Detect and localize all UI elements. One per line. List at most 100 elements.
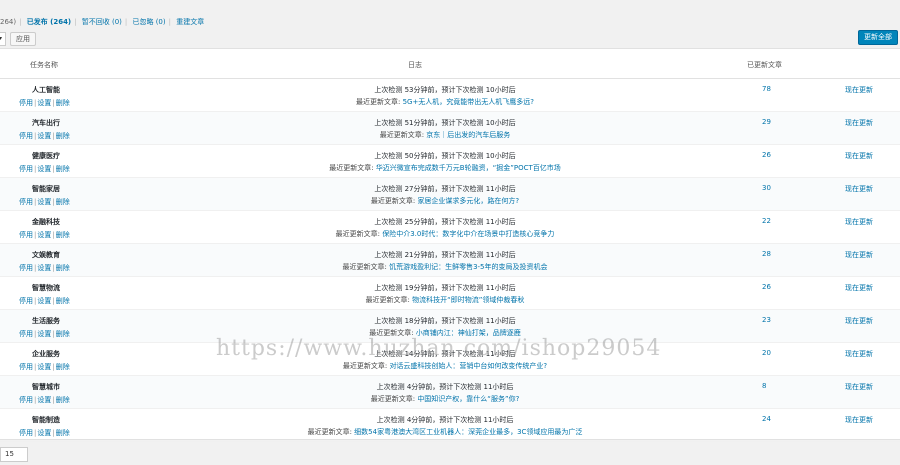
delete-link[interactable]: 删除 <box>56 198 70 206</box>
column-task-name[interactable]: 任务名称 <box>30 60 58 70</box>
delete-link[interactable]: 删除 <box>56 264 70 272</box>
updated-count[interactable]: 29 <box>762 118 771 126</box>
update-now-link[interactable]: 现在更新 <box>845 316 873 326</box>
latest-post-link[interactable]: 5G+无人机，究竟能带出无人机飞鹰多远? <box>403 98 534 106</box>
task-title[interactable]: 人工智能 <box>32 85 60 95</box>
rebuild-posts-link[interactable]: 重建文章 <box>176 18 204 26</box>
latest-post-link[interactable]: 华迈兴微宣布完成数千万元B轮融资，“掘金”POCT百亿市场 <box>376 164 561 172</box>
stop-link[interactable]: 停用 <box>19 132 33 140</box>
delete-link[interactable]: 删除 <box>56 297 70 305</box>
latest-post-link[interactable]: 中国知识产权，靠什么“服务”你? <box>417 395 519 403</box>
delete-link[interactable]: 删除 <box>56 396 70 404</box>
latest-post: 最近更新文章: 细数54家粤港澳大湾区工业机器人：深莞企业最多，3C领域应用最为… <box>230 427 660 437</box>
updated-count[interactable]: 23 <box>762 316 771 324</box>
updated-count[interactable]: 26 <box>762 151 771 159</box>
settings-link[interactable]: 设置 <box>37 363 51 371</box>
updated-count[interactable]: 78 <box>762 85 771 93</box>
update-all-button[interactable]: 更新全部 <box>858 30 898 45</box>
settings-link[interactable]: 设置 <box>37 330 51 338</box>
delete-link[interactable]: 删除 <box>56 231 70 239</box>
task-title[interactable]: 健康医疗 <box>32 151 60 161</box>
update-now-link[interactable]: 现在更新 <box>845 415 873 425</box>
delete-link[interactable]: 删除 <box>56 132 70 140</box>
view-published[interactable]: 已发布 (264) <box>27 18 71 26</box>
delete-link[interactable]: 删除 <box>56 330 70 338</box>
latest-post-link[interactable]: 家居企业谋求多元化，路在何方? <box>417 197 519 205</box>
latest-post-link[interactable]: 小商铺内江：神仙打架，品牌逐鹿 <box>416 329 521 337</box>
task-title[interactable]: 文娱教育 <box>32 250 60 260</box>
stop-link[interactable]: 停用 <box>19 99 33 107</box>
delete-link[interactable]: 删除 <box>56 363 70 371</box>
update-now-link[interactable]: 现在更新 <box>845 118 873 128</box>
update-now-link[interactable]: 现在更新 <box>845 349 873 359</box>
stop-link[interactable]: 停用 <box>19 330 33 338</box>
updated-count[interactable]: 8 <box>762 382 766 390</box>
check-status: 上次检测 50分钟前，预计下次检测 10小时后 <box>374 152 516 160</box>
separator: | <box>52 297 55 305</box>
latest-post-label: 最近更新文章: <box>355 98 401 106</box>
row-actions: 停用|设置|删除 <box>19 164 70 174</box>
settings-link[interactable]: 设置 <box>37 132 51 140</box>
stop-link[interactable]: 停用 <box>19 396 33 404</box>
settings-link[interactable]: 设置 <box>37 198 51 206</box>
update-now-link[interactable]: 现在更新 <box>845 85 873 95</box>
updated-count[interactable]: 22 <box>762 217 771 225</box>
latest-post-link[interactable]: 京东｜后出发的汽车后服务 <box>426 131 510 139</box>
row-actions: 停用|设置|删除 <box>19 329 70 339</box>
settings-link[interactable]: 设置 <box>37 297 51 305</box>
updated-count[interactable]: 24 <box>762 415 771 423</box>
stop-link[interactable]: 停用 <box>19 231 33 239</box>
table-row: 健康医疗 停用|设置|删除 上次检测 50分钟前，预计下次检测 10小时后 最近更新文… <box>0 145 900 178</box>
updated-count[interactable]: 26 <box>762 283 771 291</box>
delete-link[interactable]: 删除 <box>56 99 70 107</box>
settings-link[interactable]: 设置 <box>37 396 51 404</box>
updated-count[interactable]: 20 <box>762 349 771 357</box>
task-title[interactable]: 智慧城市 <box>32 382 60 392</box>
stop-link[interactable]: 停用 <box>19 429 33 437</box>
latest-post-link[interactable]: 对话云盛科技创始人：营销中台如何改变传统产业? <box>389 362 547 370</box>
view-all-count[interactable]: 264) <box>0 18 16 26</box>
view-trash[interactable]: 暂不回收 (0) <box>82 18 122 26</box>
per-page-input[interactable]: 15 <box>0 447 28 462</box>
latest-post-link[interactable]: 物流科技开“即时物流”领域仲裁春秋 <box>412 296 524 304</box>
latest-post-link[interactable]: 饥荒游戏盈利记：生鲜零售3-5年的变局及投资机会 <box>389 263 547 271</box>
separator: | <box>34 198 37 206</box>
settings-link[interactable]: 设置 <box>37 231 51 239</box>
update-now-link[interactable]: 现在更新 <box>845 382 873 392</box>
task-title[interactable]: 汽车出行 <box>32 118 60 128</box>
task-title[interactable]: 金融科技 <box>32 217 60 227</box>
delete-link[interactable]: 删除 <box>56 165 70 173</box>
stop-link[interactable]: 停用 <box>19 363 33 371</box>
update-now-link[interactable]: 现在更新 <box>845 283 873 293</box>
update-now-link[interactable]: 现在更新 <box>845 151 873 161</box>
apply-button[interactable]: 应用 <box>10 32 36 46</box>
view-ignored[interactable]: 已忽略 (0) <box>132 18 165 26</box>
updated-count[interactable]: 28 <box>762 250 771 258</box>
settings-link[interactable]: 设置 <box>37 165 51 173</box>
latest-post-link[interactable]: 保险中介3.0时代：数字化中介在场景中打造核心竞争力 <box>382 230 554 238</box>
column-updated-count[interactable]: 已更新文章 <box>747 60 782 70</box>
check-status: 上次检测 51分钟前，预计下次检测 10小时后 <box>374 119 516 127</box>
bulk-action-select[interactable] <box>0 32 6 46</box>
settings-link[interactable]: 设置 <box>37 264 51 272</box>
update-now-link[interactable]: 现在更新 <box>845 250 873 260</box>
stop-link[interactable]: 停用 <box>19 165 33 173</box>
stop-link[interactable]: 停用 <box>19 264 33 272</box>
update-now-link[interactable]: 现在更新 <box>845 217 873 227</box>
stop-link[interactable]: 停用 <box>19 297 33 305</box>
settings-link[interactable]: 设置 <box>37 429 51 437</box>
task-title[interactable]: 生活服务 <box>32 316 60 326</box>
update-now-link[interactable]: 现在更新 <box>845 184 873 194</box>
stop-link[interactable]: 停用 <box>19 198 33 206</box>
separator: | <box>34 132 37 140</box>
task-title[interactable]: 智能家居 <box>32 184 60 194</box>
updated-count[interactable]: 30 <box>762 184 771 192</box>
latest-post: 最近更新文章: 中国知识产权，靠什么“服务”你? <box>230 394 660 404</box>
delete-link[interactable]: 删除 <box>56 429 70 437</box>
task-title[interactable]: 智慧物流 <box>32 283 60 293</box>
settings-link[interactable]: 设置 <box>37 99 51 107</box>
check-status: 上次检测 4分钟前，预计下次检测 11小时后 <box>376 383 514 391</box>
task-title[interactable]: 智能制造 <box>32 415 60 425</box>
latest-post-link[interactable]: 细数54家粤港澳大湾区工业机器人：深莞企业最多，3C领域应用最为广泛 <box>354 428 582 436</box>
task-title[interactable]: 企业服务 <box>32 349 60 359</box>
